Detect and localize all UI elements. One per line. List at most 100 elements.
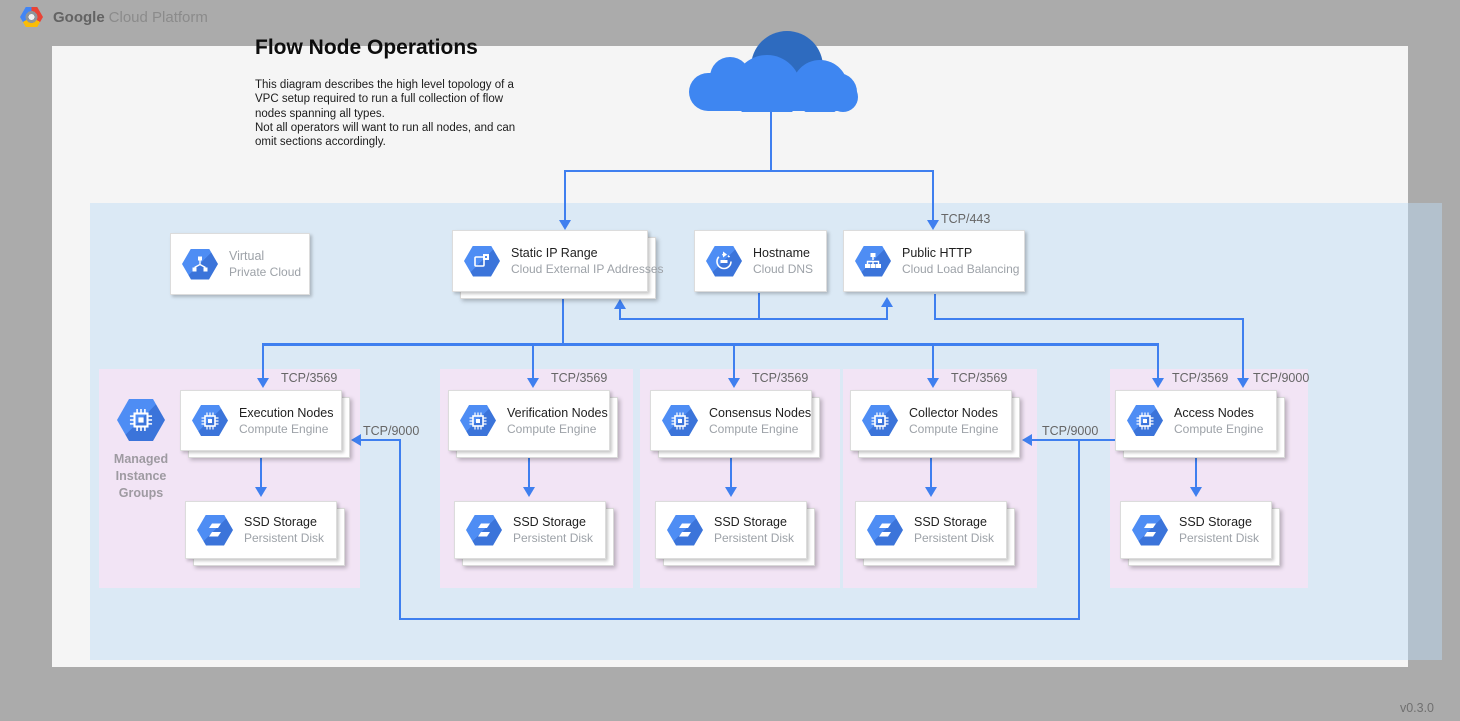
connector-line	[930, 454, 932, 488]
arrow-down-icon	[927, 378, 939, 388]
node-product: Compute Engine	[1174, 422, 1263, 436]
service-card-vpc[interactable]: Virtual Private Cloud	[170, 233, 310, 295]
page-title: Flow Node Operations	[255, 36, 478, 60]
arrow-down-icon	[523, 487, 535, 497]
arrow-down-icon	[255, 487, 267, 497]
connector-line	[532, 344, 534, 378]
arrow-down-icon	[927, 220, 939, 230]
port-label-tcp9000: TCP/9000	[1253, 371, 1309, 385]
connector-line	[361, 439, 401, 441]
storage-card-execution[interactable]: SSD Storage Persistent Disk	[185, 501, 337, 559]
connector-line	[934, 294, 936, 320]
page-description: This diagram describes the high level to…	[255, 78, 555, 149]
connector-bus	[262, 343, 1159, 346]
arrow-down-icon	[925, 487, 937, 497]
node-card-consensus[interactable]: Consensus Nodes Compute Engine	[650, 390, 812, 451]
connector-line	[262, 344, 264, 378]
node-name: Execution Nodes	[239, 406, 334, 420]
connector-line	[886, 306, 888, 320]
header-brand: GoogleCloud Platform	[20, 7, 208, 27]
canvas: GoogleCloud Platform Flow Node Operation…	[0, 0, 1460, 721]
node-name: Collector Nodes	[909, 406, 998, 420]
arrow-down-icon	[725, 487, 737, 497]
service-card-static-ip[interactable]: Static IP Range Cloud External IP Addres…	[452, 230, 648, 292]
arrow-down-icon	[1190, 487, 1202, 497]
gcp-logo-icon	[20, 7, 43, 27]
node-card-access[interactable]: Access Nodes Compute Engine	[1115, 390, 1277, 451]
service-product: Private Cloud	[229, 265, 301, 279]
arrow-down-icon	[527, 378, 539, 388]
connector-line	[1242, 318, 1244, 378]
node-card-execution[interactable]: Execution Nodes Compute Engine	[180, 390, 342, 451]
arrow-left-icon	[1022, 434, 1032, 446]
cloud-dns-icon	[706, 246, 742, 277]
port-label-tcp3569: TCP/3569	[551, 371, 607, 385]
service-product: Cloud External IP Addresses	[511, 262, 664, 276]
cloud-internet-icon	[683, 15, 863, 112]
compute-engine-icon	[862, 405, 898, 436]
connector-line	[528, 454, 530, 488]
node-name: Access Nodes	[1174, 406, 1254, 420]
connector-line	[1195, 454, 1197, 488]
connector-line	[399, 618, 1080, 620]
vpc-icon	[182, 249, 218, 280]
storage-product: Persistent Disk	[914, 531, 994, 545]
node-card-collector[interactable]: Collector Nodes Compute Engine	[850, 390, 1012, 451]
connector-line	[564, 170, 934, 172]
storage-name: SSD Storage	[714, 515, 787, 529]
storage-card-access[interactable]: SSD Storage Persistent Disk	[1120, 501, 1272, 559]
service-product: Cloud DNS	[753, 262, 813, 276]
arrow-down-icon	[1237, 378, 1249, 388]
arrow-left-icon	[351, 434, 361, 446]
connector-line	[1157, 343, 1159, 378]
arrow-down-icon	[1152, 378, 1164, 388]
node-product: Compute Engine	[507, 422, 596, 436]
external-ip-icon	[464, 246, 500, 277]
storage-card-verification[interactable]: SSD Storage Persistent Disk	[454, 501, 606, 559]
load-balancing-icon	[855, 246, 891, 277]
node-product: Compute Engine	[239, 422, 328, 436]
port-label-tcp3569: TCP/3569	[951, 371, 1007, 385]
service-name: Public HTTP	[902, 246, 972, 260]
persistent-disk-icon	[867, 515, 903, 546]
service-name: Static IP Range	[511, 246, 598, 260]
persistent-disk-icon	[197, 515, 233, 546]
node-product: Compute Engine	[909, 422, 998, 436]
arrow-down-icon	[728, 378, 740, 388]
node-card-verification[interactable]: Verification Nodes Compute Engine	[448, 390, 610, 451]
arrow-down-icon	[257, 378, 269, 388]
connector-line	[934, 318, 1244, 320]
service-name: Hostname	[753, 246, 810, 260]
service-name: Virtual	[229, 249, 264, 263]
connector-line	[399, 439, 401, 620]
storage-name: SSD Storage	[244, 515, 317, 529]
connector-line	[730, 454, 732, 488]
connector-line	[619, 318, 887, 320]
persistent-disk-icon	[667, 515, 703, 546]
storage-card-collector[interactable]: SSD Storage Persistent Disk	[855, 501, 1007, 559]
connector-line	[733, 344, 735, 378]
brand-google: Google	[53, 9, 105, 26]
port-label-tcp3569: TCP/3569	[281, 371, 337, 385]
node-product: Compute Engine	[709, 422, 798, 436]
compute-engine-icon	[192, 405, 228, 436]
connector-line	[564, 171, 566, 220]
storage-product: Persistent Disk	[1179, 531, 1259, 545]
storage-product: Persistent Disk	[714, 531, 794, 545]
storage-name: SSD Storage	[513, 515, 586, 529]
compute-engine-icon	[460, 405, 496, 436]
brand-cloud-platform: Cloud Platform	[109, 9, 208, 26]
brand-text: GoogleCloud Platform	[53, 9, 208, 26]
port-label-tcp9000: TCP/9000	[363, 424, 419, 438]
managed-instance-groups-label: Managed Instance Groups	[99, 451, 183, 502]
connector-line	[770, 110, 772, 172]
storage-name: SSD Storage	[914, 515, 987, 529]
connector-line	[260, 454, 262, 488]
storage-product: Persistent Disk	[244, 531, 324, 545]
version-label: v0.3.0	[1384, 701, 1434, 715]
storage-card-consensus[interactable]: SSD Storage Persistent Disk	[655, 501, 807, 559]
persistent-disk-icon	[466, 515, 502, 546]
port-label-tcp3569: TCP/3569	[1172, 371, 1228, 385]
service-card-hostname[interactable]: Hostname Cloud DNS	[694, 230, 827, 292]
service-card-public-http[interactable]: Public HTTP Cloud Load Balancing	[843, 230, 1025, 292]
